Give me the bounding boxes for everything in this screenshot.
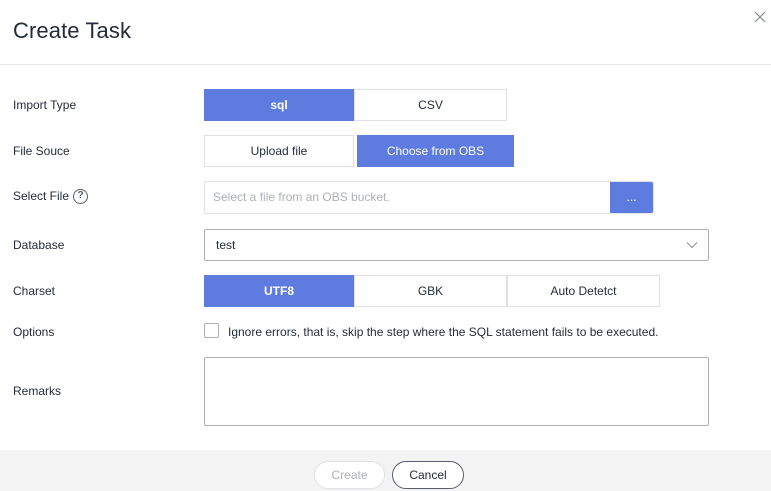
file-source-obs-option[interactable]: Choose from OBS bbox=[357, 135, 514, 167]
browse-obs-button[interactable]: ... bbox=[610, 182, 653, 213]
database-value: test bbox=[216, 238, 236, 252]
select-file-placeholder: Select a file from an OBS bucket. bbox=[213, 190, 390, 204]
create-task-dialog: Create Task Import Type sql CSV File Sou… bbox=[0, 0, 771, 491]
import-type-csv-option[interactable]: CSV bbox=[354, 89, 507, 121]
ignore-errors-checkbox[interactable] bbox=[204, 323, 219, 338]
charset-auto-detect-option[interactable]: Auto Detetct bbox=[507, 275, 660, 307]
remarks-textarea[interactable] bbox=[204, 357, 709, 426]
chevron-down-icon bbox=[686, 239, 698, 254]
remarks-label: Remarks bbox=[13, 384, 62, 398]
select-file-label-text: Select File bbox=[13, 189, 70, 203]
select-file-input[interactable]: Select a file from an OBS bucket. ... bbox=[204, 181, 654, 214]
ignore-errors-label[interactable]: Ignore errors, that is, skip the step wh… bbox=[228, 325, 658, 339]
charset-utf8-option[interactable]: UTF8 bbox=[204, 275, 354, 307]
database-label: Database bbox=[13, 238, 65, 252]
import-type-sql-option[interactable]: sql bbox=[204, 89, 354, 121]
help-circle-icon[interactable]: ? bbox=[73, 189, 89, 205]
dialog-footer bbox=[0, 450, 771, 491]
create-button[interactable]: Create bbox=[314, 461, 385, 489]
options-label: Options bbox=[13, 325, 55, 339]
header-divider bbox=[0, 64, 771, 65]
database-select[interactable]: test bbox=[204, 229, 709, 261]
charset-label: Charset bbox=[13, 284, 56, 298]
cancel-button[interactable]: Cancel bbox=[392, 461, 464, 489]
select-file-label: Select File? bbox=[13, 189, 89, 205]
charset-gbk-option[interactable]: GBK bbox=[354, 275, 507, 307]
dialog-title: Create Task bbox=[13, 18, 132, 43]
import-type-label: Import Type bbox=[13, 98, 77, 112]
close-icon[interactable] bbox=[753, 10, 771, 28]
file-source-upload-option[interactable]: Upload file bbox=[204, 135, 354, 167]
file-source-label: File Souce bbox=[13, 144, 70, 158]
